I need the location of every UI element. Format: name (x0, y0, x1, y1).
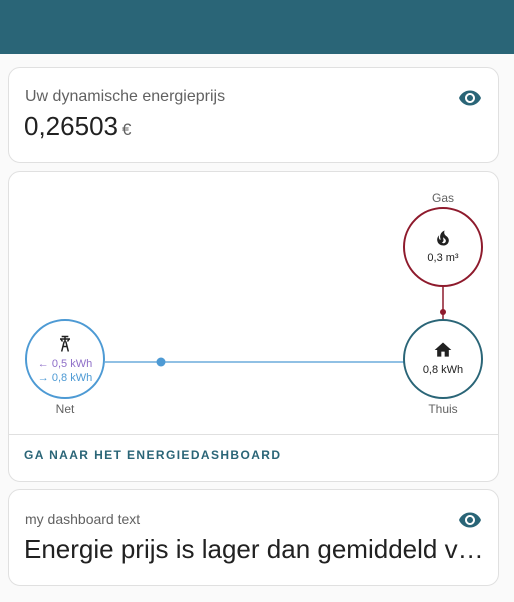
home-icon (434, 342, 452, 357)
grid-import-value: ← 0,5 kWh (37, 357, 93, 370)
price-card[interactable]: Uw dynamische energieprijs 0,26503 € (8, 67, 499, 163)
gas-label: Gas (431, 191, 454, 205)
text-card-value: Energie prijs is lager dan gemiddeld van… (24, 534, 484, 564)
grid-label: Net (55, 402, 75, 416)
dashboard-text-card[interactable]: my dashboard text Energie prijs is lager… (8, 489, 499, 586)
eye-icon[interactable] (458, 86, 482, 110)
energy-distribution-card: Gas 0,3 m³ ← 0,5 kWh → 0,8 kWh Net 0,8 k… (8, 171, 499, 482)
gas-node[interactable]: 0,3 m³ (403, 207, 483, 287)
price-unit: € (121, 120, 132, 139)
home-node[interactable]: 0,8 kWh (403, 319, 483, 399)
grid-flow-dot (156, 357, 166, 367)
grid-node[interactable]: ← 0,5 kWh → 0,8 kWh (25, 319, 105, 399)
transmission-tower-icon (60, 335, 70, 352)
fire-icon (437, 230, 449, 246)
energy-dashboard-link[interactable]: GA NAAR HET ENERGIEDASHBOARD (24, 448, 281, 462)
app-header (0, 0, 514, 54)
gas-flow-dot (440, 309, 446, 315)
home-value: 0,8 kWh (422, 364, 464, 376)
price-value-row: 0,26503 € (24, 111, 131, 142)
eye-icon[interactable] (458, 508, 482, 532)
gas-value: 0,3 m³ (427, 252, 459, 264)
card-divider (9, 434, 498, 435)
home-label: Thuis (428, 402, 458, 416)
grid-export-value: → 0,8 kWh (37, 371, 93, 384)
price-label: Uw dynamische energieprijs (25, 88, 226, 105)
price-value: 0,26503 (24, 111, 118, 141)
text-card-label: my dashboard text (25, 511, 141, 527)
